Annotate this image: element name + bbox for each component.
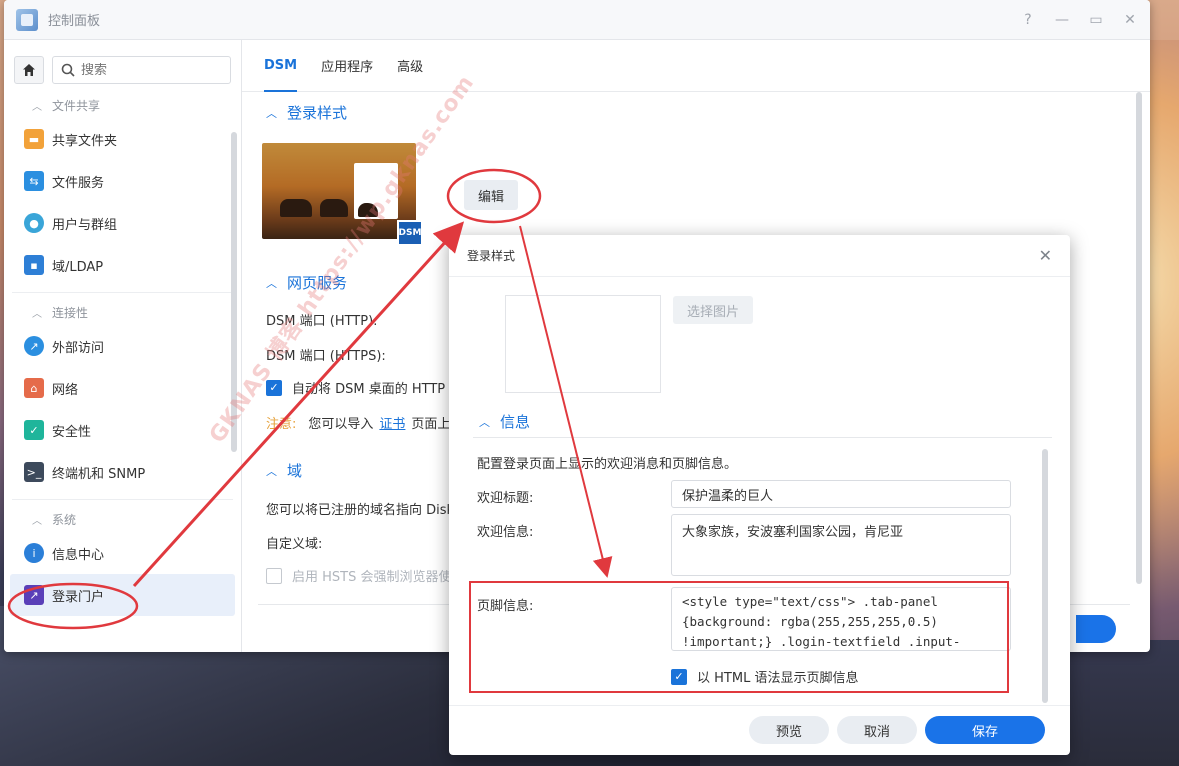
search-icon (61, 63, 75, 77)
sidebar-item-info-center[interactable]: i 信息中心 (4, 532, 241, 574)
cancel-button[interactable]: 取消 (837, 716, 917, 744)
control-panel-icon (16, 8, 38, 31)
sidebar-item-terminal-snmp[interactable]: >_ 终端机和 SNMP (4, 451, 241, 493)
section-title: 登录样式 (287, 104, 348, 122)
checkbox-label: 自动将 DSM 桌面的 HTTP (292, 382, 446, 397)
note-row: 注意: 您可以导入 证书 页面上 (242, 413, 450, 432)
sidebar-item-label: 安全性 (52, 424, 92, 440)
welcome-message-label: 欢迎信息: (477, 525, 534, 540)
close-icon[interactable]: ✕ (1039, 246, 1052, 265)
sidebar-item-label: 外部访问 (52, 340, 105, 356)
sidebar-item-login-portal[interactable]: ↗ 登录门户 (10, 574, 235, 616)
sidebar-item-file-services[interactable]: ⇆ 文件服务 (4, 160, 241, 202)
search-box[interactable] (52, 56, 231, 84)
note-prefix: 注意: (266, 417, 297, 432)
close-icon[interactable]: ✕ (1122, 12, 1138, 28)
dialog-title: 登录样式 (467, 249, 516, 263)
maximize-icon[interactable]: ▭ (1088, 12, 1104, 28)
chevron-up-icon: ︿ (266, 464, 277, 478)
sidebar-item-label: 域/LDAP (52, 259, 104, 275)
help-icon[interactable]: ? (1020, 12, 1036, 28)
shield-icon: ✓ (24, 420, 44, 440)
sidebar-item-label: 信息中心 (52, 547, 105, 563)
domain-ldap-icon: ▪ (24, 255, 44, 275)
sidebar-item-label: 文件服务 (52, 175, 105, 191)
welcome-message-textarea[interactable]: 大象家族，安波塞利国家公园，肯尼亚 (671, 514, 1011, 576)
section-file-sharing[interactable]: ︿ 文件共享 (4, 92, 241, 118)
file-services-icon: ⇆ (24, 171, 44, 191)
external-access-icon: ↗ (24, 336, 44, 356)
image-preview (505, 295, 661, 393)
tab-bar: DSM 应用程序 高级 (242, 40, 1150, 92)
chevron-up-icon: ︿ (32, 308, 42, 320)
login-style-dialog: 登录样式 ✕ 选择图片 ︿ 信息 配置登录页面上显示的欢迎消息和页脚信息。 欢迎… (449, 235, 1070, 755)
apply-button-partial[interactable] (1076, 615, 1116, 643)
note-suffix: 页面上 (411, 417, 451, 432)
chevron-up-icon: ︿ (266, 106, 277, 120)
section-label: 连接性 (52, 305, 89, 320)
chevron-up-icon: ︿ (32, 101, 42, 113)
content-scrollbar[interactable] (1136, 92, 1142, 584)
tab-advanced[interactable]: 高级 (397, 40, 423, 92)
sidebar: ︿ 文件共享 ▬ 共享文件夹 ⇆ 文件服务 ● 用户与群组 ▪ 域/LDAP ︿ (4, 40, 242, 652)
terminal-icon: >_ (24, 462, 44, 482)
label-custom-domain: 自定义域: (266, 537, 323, 552)
info-description: 配置登录页面上显示的欢迎消息和页脚信息。 (477, 457, 738, 472)
preview-button[interactable]: 预览 (749, 716, 829, 744)
welcome-title-label: 欢迎标题: (477, 491, 534, 506)
sidebar-item-user-group[interactable]: ● 用户与群组 (4, 202, 241, 244)
hsts-row[interactable]: 启用 HSTS 会强制浏览器使 (242, 566, 452, 585)
login-portal-icon: ↗ (24, 585, 44, 605)
info-icon: i (24, 543, 44, 563)
choose-image-button[interactable]: 选择图片 (673, 296, 753, 324)
sidebar-item-label: 共享文件夹 (52, 133, 118, 149)
divider (12, 499, 233, 500)
section-connectivity[interactable]: ︿ 连接性 (4, 299, 241, 325)
sidebar-item-network[interactable]: ⌂ 网络 (4, 367, 241, 409)
sidebar-item-label: 登录门户 (52, 589, 105, 605)
network-icon: ⌂ (24, 378, 44, 398)
domain-description: 您可以将已注册的域名指向 Disk (266, 503, 455, 518)
chevron-up-icon: ︿ (479, 415, 490, 429)
annotation-highlight-box (469, 581, 1009, 693)
tab-dsm[interactable]: DSM (264, 40, 298, 92)
chevron-up-icon: ︿ (266, 276, 277, 290)
sidebar-item-shared-folder[interactable]: ▬ 共享文件夹 (4, 118, 241, 160)
divider (12, 292, 233, 293)
search-input[interactable] (81, 62, 211, 78)
dsm-badge: DSM (397, 220, 423, 246)
dialog-footer: 预览 取消 保存 (449, 705, 1070, 755)
welcome-title-input[interactable] (671, 480, 1011, 508)
section-login-style[interactable]: ︿ 登录样式 (242, 102, 347, 123)
save-button[interactable]: 保存 (925, 716, 1045, 744)
certificate-link[interactable]: 证书 (379, 413, 405, 432)
section-label: 文件共享 (52, 98, 101, 113)
section-title: 域 (287, 462, 303, 480)
dialog-scrollbar[interactable] (1042, 449, 1048, 703)
home-icon (23, 64, 35, 76)
window-titlebar[interactable]: 控制面板 ? — ▭ ✕ (4, 0, 1150, 40)
checkbox-unchecked-icon[interactable] (266, 567, 282, 584)
sidebar-item-domain-ldap[interactable]: ▪ 域/LDAP (4, 244, 241, 286)
minimize-icon[interactable]: — (1054, 12, 1070, 28)
sidebar-item-label: 终端机和 SNMP (52, 466, 146, 482)
home-button[interactable] (14, 56, 44, 84)
section-domain[interactable]: ︿ 域 (242, 460, 302, 481)
window-title: 控制面板 (48, 14, 101, 29)
section-system[interactable]: ︿ 系统 (4, 506, 241, 532)
section-label: 系统 (52, 512, 77, 527)
section-title: 信息 (500, 413, 531, 431)
chevron-up-icon: ︿ (32, 515, 42, 527)
checkbox-label: 启用 HSTS 会强制浏览器使 (292, 570, 452, 585)
folder-icon: ▬ (24, 129, 44, 149)
edit-button[interactable]: 编辑 (464, 180, 518, 210)
divider (473, 437, 1052, 438)
tab-applications[interactable]: 应用程序 (321, 40, 373, 92)
sidebar-item-external-access[interactable]: ↗ 外部访问 (4, 325, 241, 367)
sidebar-item-label: 网络 (52, 382, 79, 398)
section-info[interactable]: ︿ 信息 (479, 411, 530, 432)
sidebar-item-label: 用户与群组 (52, 217, 118, 233)
users-icon: ● (24, 213, 44, 233)
note-text: 您可以导入 (308, 417, 374, 432)
